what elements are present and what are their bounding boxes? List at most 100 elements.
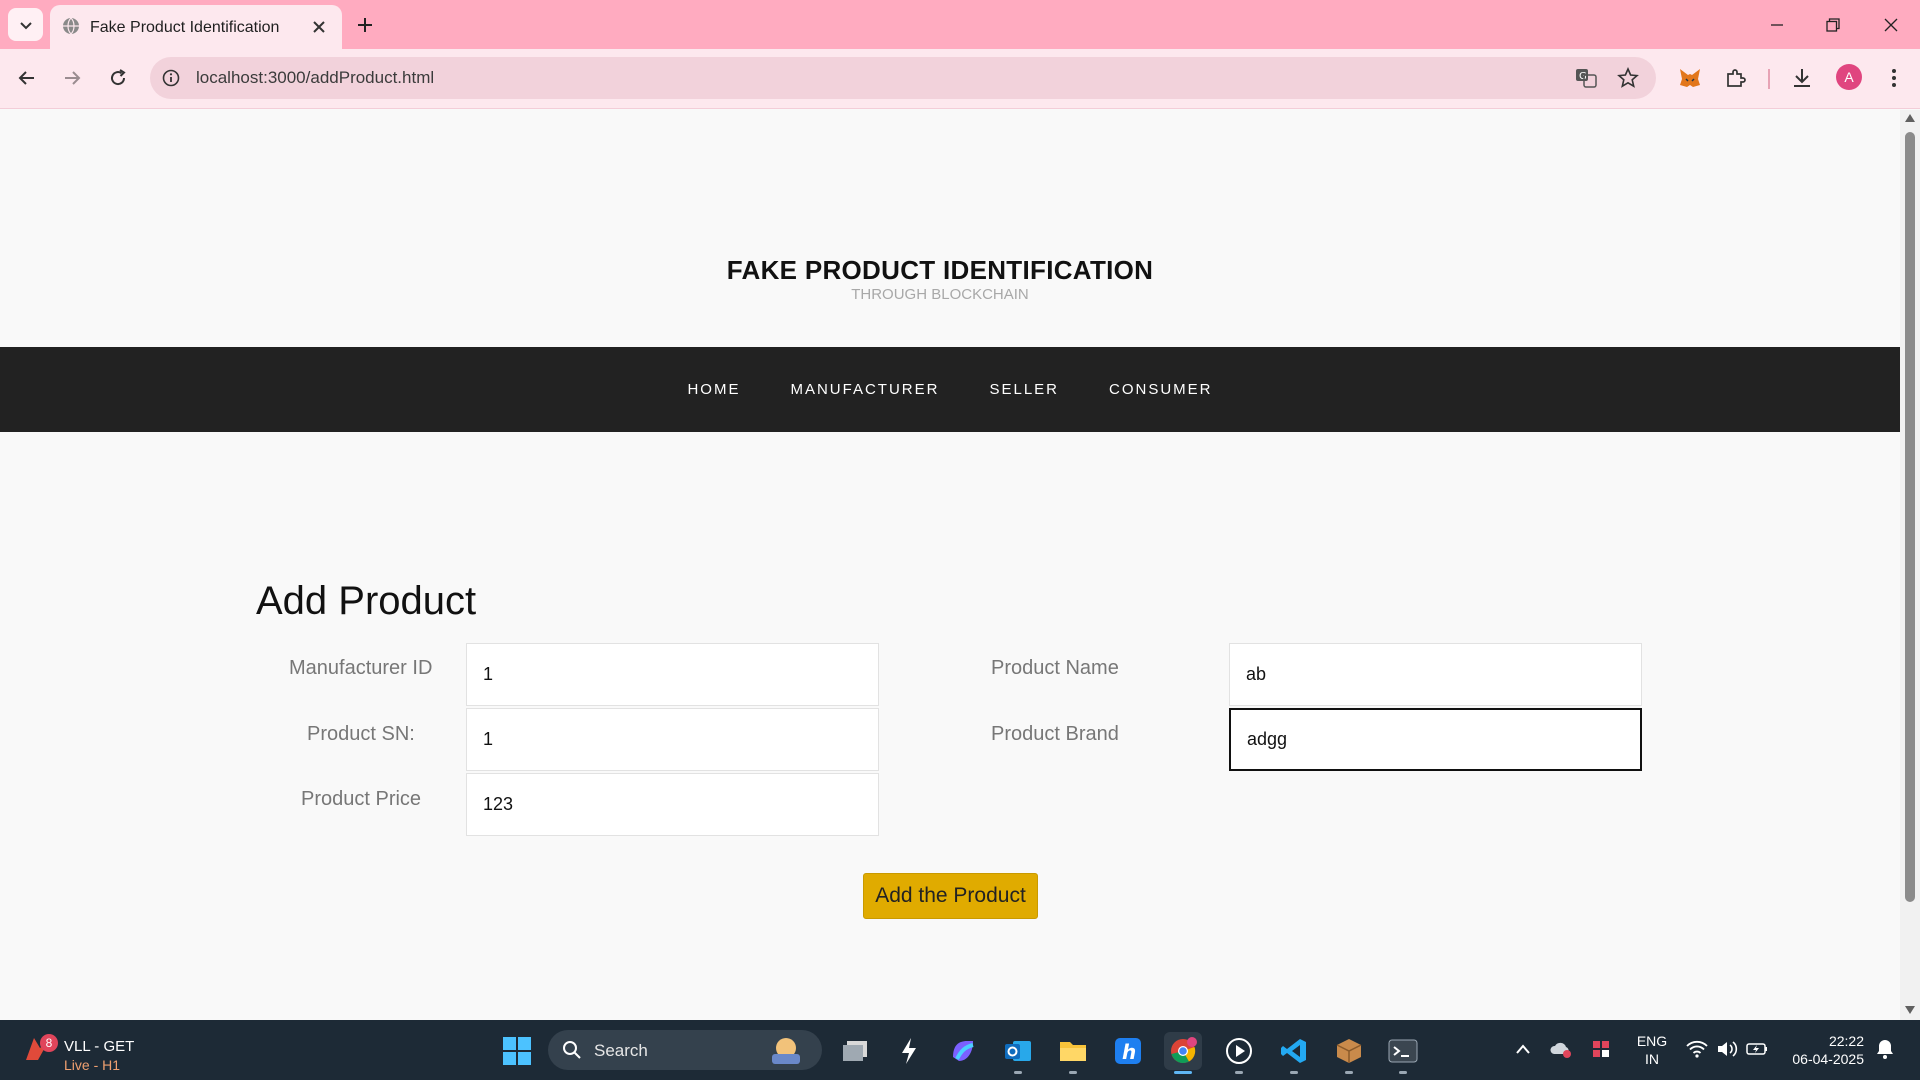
search-icon bbox=[563, 1041, 581, 1059]
app-running-indicator bbox=[1399, 1071, 1407, 1074]
vscode-icon bbox=[1281, 1039, 1306, 1063]
browser-toolbar: localhost:3000/addProduct.html G A bbox=[0, 49, 1920, 109]
chrome-icon bbox=[1171, 1037, 1197, 1064]
bookmark-button[interactable] bbox=[1616, 66, 1640, 90]
nav-link-seller[interactable]: SELLER bbox=[964, 381, 1084, 398]
manufacturer-id-input[interactable] bbox=[466, 643, 879, 706]
taskbar-task-view[interactable] bbox=[836, 1032, 874, 1070]
folder-icon bbox=[1060, 1042, 1086, 1061]
windows-start-icon[interactable] bbox=[502, 1036, 532, 1066]
outlook-icon bbox=[1005, 1041, 1031, 1061]
arrow-right-icon bbox=[65, 71, 81, 85]
bell-icon bbox=[1877, 1040, 1893, 1059]
scrollbar-thumb[interactable] bbox=[1905, 132, 1915, 902]
fox-icon bbox=[1680, 69, 1700, 87]
browser-menu-button[interactable] bbox=[1880, 64, 1908, 92]
minimize-button[interactable] bbox=[1764, 12, 1790, 38]
minimize-icon bbox=[1771, 24, 1783, 26]
scroll-up-arrow-icon[interactable] bbox=[1905, 114, 1915, 122]
widget-line-1: VLL - GET bbox=[64, 1038, 135, 1055]
site-info-button[interactable] bbox=[160, 67, 182, 89]
toolbar-divider bbox=[1768, 69, 1770, 89]
svg-text:h: h bbox=[1122, 1040, 1136, 1064]
forward-button[interactable] bbox=[57, 63, 87, 93]
windows-taskbar: 8 VLL - GET Live - H1 Search h ENG IN 22… bbox=[0, 1020, 1920, 1080]
taskbar-outlook[interactable] bbox=[999, 1032, 1037, 1074]
input-language[interactable]: ENG IN bbox=[1632, 1032, 1672, 1068]
product-sn-input[interactable] bbox=[466, 708, 879, 771]
app-running-indicator bbox=[1174, 1071, 1192, 1074]
tab-search-button[interactable] bbox=[8, 8, 43, 41]
widgets-button[interactable]: 8 VLL - GET Live - H1 bbox=[22, 1028, 172, 1073]
product-name-label: Product Name bbox=[991, 657, 1119, 679]
product-price-label: Product Price bbox=[301, 788, 422, 810]
tray-app-icon bbox=[1593, 1041, 1609, 1057]
translate-button[interactable]: G bbox=[1574, 66, 1598, 90]
package-icon bbox=[1336, 1039, 1362, 1063]
restore-button[interactable] bbox=[1820, 12, 1846, 38]
search-label: Search bbox=[594, 1041, 648, 1060]
metamask-extension-button[interactable] bbox=[1676, 64, 1704, 92]
volume-icon bbox=[1718, 1041, 1738, 1057]
downloads-button[interactable] bbox=[1788, 64, 1816, 92]
puzzle-icon bbox=[1727, 69, 1746, 87]
new-tab-button[interactable] bbox=[352, 12, 378, 38]
site-navigation: HOME MANUFACTURER SELLER CONSUMER bbox=[0, 347, 1900, 432]
taskbar-chrome[interactable] bbox=[1164, 1032, 1202, 1074]
chevron-down-icon bbox=[19, 21, 32, 29]
nav-link-home[interactable]: HOME bbox=[662, 381, 765, 398]
nav-link-consumer[interactable]: CONSUMER bbox=[1084, 381, 1238, 398]
taskbar-media-player[interactable] bbox=[1220, 1032, 1258, 1074]
scroll-down-arrow-icon[interactable] bbox=[1905, 1006, 1915, 1014]
tray-app[interactable] bbox=[1588, 1036, 1614, 1062]
manufacturer-id-label: Manufacturer ID bbox=[289, 657, 433, 679]
page-scrollbar[interactable] bbox=[1900, 110, 1920, 1020]
taskbar-app-h[interactable]: h bbox=[1109, 1032, 1147, 1070]
site-title: FAKE PRODUCT IDENTIFICATION bbox=[726, 255, 1154, 285]
app-running-indicator bbox=[1014, 1071, 1022, 1074]
tray-battery[interactable] bbox=[1744, 1036, 1770, 1062]
product-brand-input[interactable] bbox=[1229, 708, 1642, 771]
taskbar-app-box[interactable] bbox=[1330, 1032, 1368, 1074]
product-name-input[interactable] bbox=[1229, 643, 1642, 706]
taskbar-search[interactable]: Search bbox=[548, 1030, 822, 1070]
tray-onedrive[interactable] bbox=[1548, 1036, 1574, 1062]
url-text[interactable]: localhost:3000/addProduct.html bbox=[196, 68, 434, 88]
product-price-input[interactable] bbox=[466, 773, 879, 836]
show-hidden-icons-button[interactable] bbox=[1510, 1036, 1536, 1062]
task-view-icon bbox=[843, 1041, 867, 1061]
taskbar-app-bolt[interactable] bbox=[890, 1032, 928, 1070]
h-app-icon: h bbox=[1115, 1038, 1141, 1064]
taskbar-file-explorer[interactable] bbox=[1054, 1032, 1092, 1074]
bolt-icon bbox=[902, 1038, 916, 1064]
more-vertical-icon bbox=[1892, 69, 1896, 87]
taskbar-terminal[interactable] bbox=[1384, 1032, 1422, 1074]
restore-icon bbox=[1826, 18, 1840, 32]
profile-avatar[interactable]: A bbox=[1836, 64, 1862, 90]
tray-wifi[interactable] bbox=[1684, 1036, 1710, 1062]
tab-title: Fake Product Identification bbox=[90, 19, 280, 36]
translate-icon: G bbox=[1576, 69, 1597, 88]
close-window-button[interactable] bbox=[1878, 12, 1904, 38]
system-clock[interactable]: 22:22 06-04-2025 bbox=[1780, 1032, 1864, 1068]
svg-text:G: G bbox=[1579, 71, 1587, 82]
app-running-indicator bbox=[1235, 1071, 1243, 1074]
back-button[interactable] bbox=[12, 63, 42, 93]
taskbar-vscode[interactable] bbox=[1275, 1032, 1313, 1074]
reload-button[interactable] bbox=[103, 63, 133, 93]
add-product-button[interactable]: Add the Product bbox=[863, 873, 1038, 919]
taskbar-copilot[interactable] bbox=[944, 1032, 982, 1070]
notifications-button[interactable] bbox=[1872, 1036, 1898, 1062]
nav-link-manufacturer[interactable]: MANUFACTURER bbox=[765, 381, 964, 398]
play-icon bbox=[1226, 1038, 1252, 1064]
lang-line-1: ENG bbox=[1636, 1033, 1668, 1049]
lang-line-2: IN bbox=[1645, 1051, 1659, 1067]
tray-volume[interactable] bbox=[1714, 1036, 1740, 1062]
extensions-button[interactable] bbox=[1722, 64, 1750, 92]
plus-icon bbox=[358, 18, 372, 32]
notification-badge: 8 bbox=[40, 1034, 58, 1052]
tab-close-button[interactable] bbox=[309, 17, 329, 37]
copilot-icon bbox=[953, 1041, 974, 1061]
address-bar[interactable]: localhost:3000/addProduct.html G bbox=[150, 57, 1656, 99]
browser-tab-active[interactable]: Fake Product Identification bbox=[50, 5, 342, 49]
